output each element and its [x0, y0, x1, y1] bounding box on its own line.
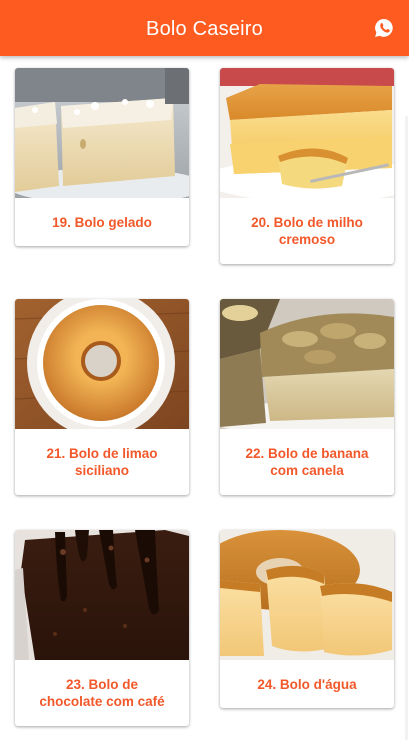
recipe-title: 24. Bolo d'água — [257, 676, 357, 692]
banana-cake-photo — [220, 299, 394, 429]
recipe-card[interactable]: 21. Bolo de limao siciliano — [15, 299, 189, 495]
recipe-card[interactable]: 20. Bolo de milho cremoso — [220, 68, 394, 264]
recipe-card[interactable]: 23. Bolo de chocolate com café — [15, 530, 189, 726]
recipe-title: 22. Bolo de banana com canela — [245, 446, 369, 478]
whatsapp-share-button[interactable] — [373, 17, 395, 39]
recipe-title: 21. Bolo de limao siciliano — [46, 446, 158, 478]
lemon-bundt-cake-photo — [15, 299, 189, 429]
corn-cake-photo — [220, 68, 394, 198]
recipe-card[interactable]: 24. Bolo d'água — [220, 530, 394, 708]
app-title: Bolo Caseiro — [146, 18, 263, 40]
coconut-cake-photo — [15, 68, 189, 198]
recipe-title: 19. Bolo gelado — [52, 214, 152, 230]
recipe-card[interactable]: 19. Bolo gelado — [15, 68, 189, 246]
recipe-card[interactable]: 22. Bolo de banana com canela — [220, 299, 394, 495]
chocolate-cake-photo — [15, 530, 189, 660]
recipe-title: 20. Bolo de milho cremoso — [251, 215, 363, 247]
recipe-title: 23. Bolo de chocolate com café — [39, 677, 165, 709]
app-bar: Bolo Caseiro — [0, 0, 409, 56]
recipe-grid: 19. Bolo gelado 20. Bolo de milho cremos… — [0, 56, 409, 740]
whatsapp-icon — [375, 19, 393, 37]
water-cake-photo — [220, 530, 394, 660]
scrollbar[interactable] — [405, 116, 408, 740]
